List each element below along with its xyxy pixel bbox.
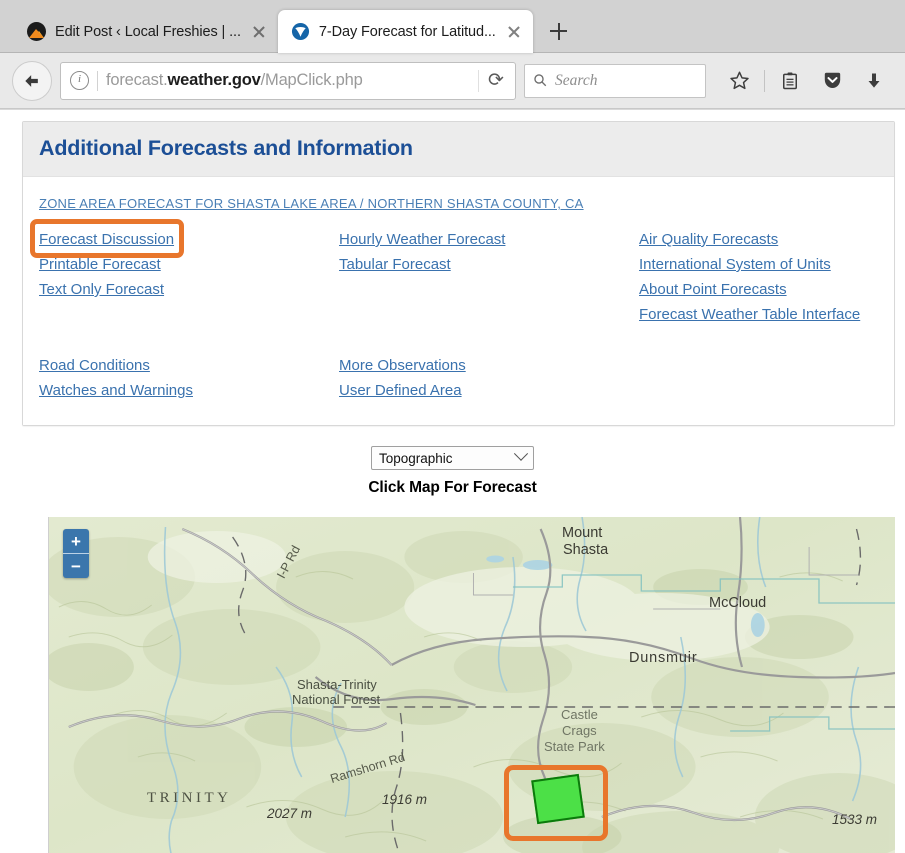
link-international-system-of-units[interactable]: International System of Units [639,252,831,277]
map-elevation-2027m: 2027 m [267,806,313,821]
link-forecast-discussion[interactable]: Forecast Discussion [39,227,174,252]
panel-body: ZONE AREA FORECAST FOR SHASTA LAKE AREA … [23,177,894,425]
map-label-mount-shasta: Mount [562,525,603,541]
link-text-only-forecast[interactable]: Text Only Forecast [39,277,164,302]
links-column-3-row-2 [639,353,878,403]
navigation-toolbar: i forecast.weather.gov/MapClick.php ⟳ Se… [0,53,905,109]
panel-header: Additional Forecasts and Information [23,122,894,177]
basemap-select[interactable]: Topographic [371,446,534,470]
star-icon[interactable] [720,62,758,100]
search-input[interactable]: Search [524,63,706,98]
zone-area-forecast-link[interactable]: ZONE AREA FORECAST FOR SHASTA LAKE AREA … [39,196,584,211]
link-road-conditions[interactable]: Road Conditions [39,353,150,378]
tab-title: 7-Day Forecast for Latitud... [318,23,496,40]
download-arrow-icon[interactable] [855,62,893,100]
grid-spacer [339,327,639,353]
reader-list-icon[interactable] [771,62,809,100]
map-label-trinity-county: TRINITY [147,790,232,806]
map-elevation-1916m: 1916 m [382,792,428,807]
new-tab-button[interactable] [539,11,579,51]
pocket-shield-icon[interactable] [813,62,851,100]
toolbar-icons [720,62,893,100]
map-label-crags: Crags [562,723,597,738]
divider [764,69,765,92]
grid-spacer [39,327,339,353]
link-tabular-forecast[interactable]: Tabular Forecast [339,252,451,277]
search-icon [534,74,547,87]
link-forecast-weather-table-interface[interactable]: Forecast Weather Table Interface [639,302,860,327]
close-icon[interactable] [250,23,268,41]
map-label-mccloud: McCloud [709,595,767,611]
noaa-icon [290,22,310,41]
link-printable-forecast[interactable]: Printable Forecast [39,252,161,277]
url-text: forecast.weather.gov/MapClick.php [106,71,470,90]
links-column-1: Forecast Discussion Printable Forecast T… [30,219,339,327]
reload-icon[interactable]: ⟳ [478,69,513,92]
map-label-state-park: State Park [544,739,605,754]
links-column-1-row-2: Road Conditions Watches and Warnings [39,353,339,403]
url-prefix: forecast. [106,71,168,89]
links-column-3: Air Quality Forecasts International Syst… [639,227,878,327]
zoom-out-button[interactable]: − [63,554,89,578]
close-icon[interactable] [505,23,523,41]
map-label-mount-shasta-2: Shasta [563,542,609,558]
browser-window: Edit Post ‹ Local Freshies | ... 7-Day F… [0,0,905,853]
back-arrow-icon[interactable] [12,60,52,101]
link-about-point-forecasts[interactable]: About Point Forecasts [639,277,787,302]
zoom-in-button[interactable]: + [63,529,89,554]
tab-strip: Edit Post ‹ Local Freshies | ... 7-Day F… [0,0,905,53]
link-hourly-weather-forecast[interactable]: Hourly Weather Forecast [339,227,505,252]
forecast-map[interactable]: + − Mount Shasta McCloud Dunsmuir Castle… [48,517,895,853]
search-placeholder: Search [555,71,598,89]
page-viewport: Additional Forecasts and Information ZON… [0,110,905,853]
browser-tab-2[interactable]: 7-Day Forecast for Latitud... [277,10,533,53]
divider [97,70,98,91]
links-column-2: Hourly Weather Forecast Tabular Forecast [339,227,639,327]
browser-tab-1[interactable]: Edit Post ‹ Local Freshies | ... [14,10,278,53]
basemap-select-row: Topographic [0,446,905,470]
url-bar[interactable]: i forecast.weather.gov/MapClick.php ⟳ [60,61,516,100]
orange-highlight-annotation-map [504,765,608,841]
link-air-quality-forecasts[interactable]: Air Quality Forecasts [639,227,778,252]
chevron-down-icon [513,446,529,461]
map-zoom-controls: + − [63,529,89,578]
map-label-shasta-trinity: Shasta-Trinity [297,677,377,692]
url-domain: weather.gov [167,71,261,89]
click-map-caption: Click Map For Forecast [368,479,537,496]
links-column-2-row-2: More Observations User Defined Area [339,353,639,403]
url-path: /MapClick.php [260,71,363,89]
map-controls: Topographic Click Map For Forecast [0,426,905,497]
wordpress-icon [27,22,46,41]
map-label-national-forest: National Forest [292,692,381,707]
map-label-castle: Castle [561,707,598,722]
basemap-select-value: Topographic [379,450,453,466]
link-user-defined-area[interactable]: User Defined Area [339,378,462,403]
page-title: Additional Forecasts and Information [39,136,413,160]
additional-forecasts-panel: Additional Forecasts and Information ZON… [22,121,895,426]
map-label-dunsmuir: Dunsmuir [629,650,698,666]
forecast-links-grid: Forecast Discussion Printable Forecast T… [30,219,878,403]
link-watches-and-warnings[interactable]: Watches and Warnings [39,378,193,403]
map-elevation-1533m: 1533 m [832,812,878,827]
grid-spacer [639,327,878,353]
link-more-observations[interactable]: More Observations [339,353,466,378]
tab-title: Edit Post ‹ Local Freshies | ... [55,23,241,40]
page-info-icon[interactable]: i [70,71,89,90]
forecast-discussion-highlight-wrapper: Forecast Discussion [30,219,185,258]
